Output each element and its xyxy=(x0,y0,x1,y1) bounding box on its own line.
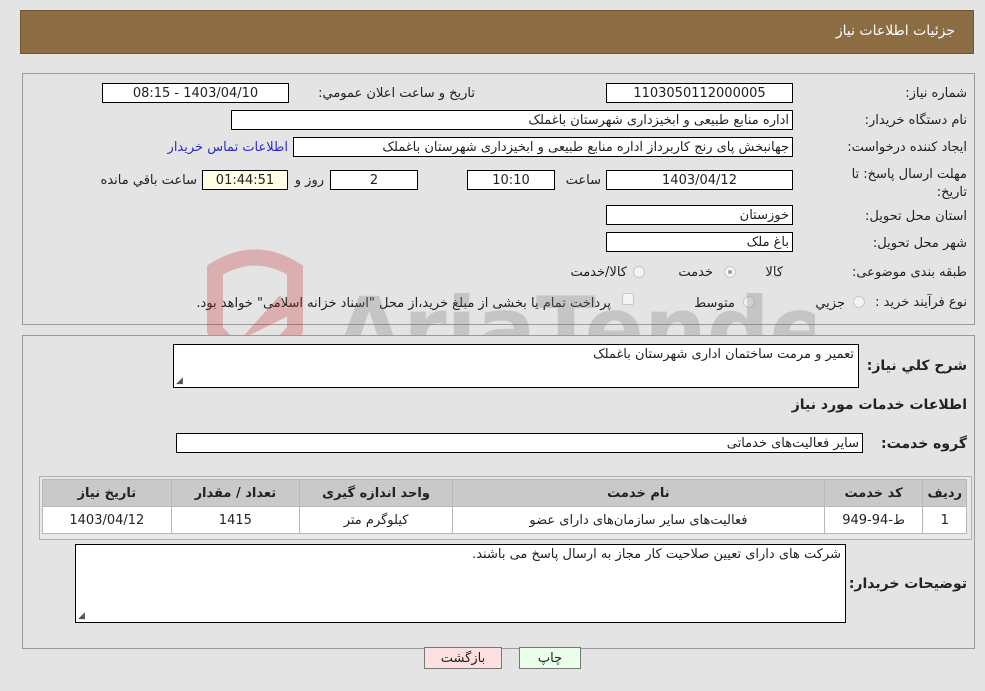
treasury-note: پرداخت تمام یا بخشی از مبلغ خرید،از محل … xyxy=(196,296,611,311)
summary-text: تعمیر و مرمت ساختمان اداری شهرستان باغمل… xyxy=(593,347,854,362)
col-header-need-date: تاریخ نیاز xyxy=(42,479,172,507)
treasury-checkbox[interactable] xyxy=(622,293,634,305)
resize-grip-icon[interactable]: ◢ xyxy=(78,611,85,621)
cell-row-number: 1 xyxy=(922,506,967,534)
buyer-notes-textarea[interactable]: شرکت های دارای تعیین صلاحیت کار مجاز به … xyxy=(75,544,846,623)
cell-service-name: فعالیت‌های سایر سازمان‌های دارای عضو xyxy=(452,506,825,534)
category-option-goods: کالا xyxy=(765,265,783,280)
table-row: 1 ط-94-949 فعالیت‌های سایر سازمان‌های دا… xyxy=(42,506,967,534)
category-option-goods-service: کالا/خدمت xyxy=(570,265,627,280)
cell-quantity: 1415 xyxy=(170,506,301,534)
deadline-time-field: 10:10 xyxy=(467,170,555,190)
deadline-time-label: ساعت xyxy=(565,173,601,188)
summary-label: شرح کلي نیاز: xyxy=(866,358,967,374)
buyer-notes-label: توضیحات خریدار: xyxy=(848,576,967,592)
deadline-date-field: 1403/04/12 xyxy=(606,170,793,190)
service-group-label: گروه خدمت: xyxy=(881,436,967,452)
table-header-row: ردیف کد خدمت نام خدمت واحد اندازه گیری ت… xyxy=(42,479,967,507)
purchase-process-label: نوع فرآیند خرید : xyxy=(875,295,967,310)
cell-service-code: ط-94-949 xyxy=(823,506,924,534)
days-label: روز و xyxy=(294,173,324,188)
col-header-unit: واحد اندازه گیری xyxy=(298,479,454,507)
process-option-minor: جزیي xyxy=(815,296,845,311)
city-field: باغ ملک xyxy=(606,232,793,252)
cell-need-date: 1403/04/12 xyxy=(42,506,172,534)
remaining-days-field: 2 xyxy=(330,170,418,190)
back-button[interactable]: بازگشت xyxy=(424,647,502,669)
cell-unit: کیلوگرم متر xyxy=(298,506,454,534)
buyer-notes-text: شرکت های دارای تعیین صلاحیت کار مجاز به … xyxy=(472,547,841,562)
page-header: جزئیات اطلاعات نیاز xyxy=(20,10,974,54)
need-number-field: 1103050112000005 xyxy=(606,83,793,103)
process-option-medium: متوسط xyxy=(694,296,735,311)
buyer-contact-link[interactable]: اطلاعات تماس خریدار xyxy=(168,140,288,155)
remaining-time-label: ساعت باقي مانده xyxy=(100,173,197,188)
process-radio-minor[interactable] xyxy=(853,296,865,308)
city-label: شهر محل تحویل: xyxy=(872,236,967,251)
province-field: خوزستان xyxy=(606,205,793,225)
province-label: استان محل تحویل: xyxy=(865,209,967,224)
need-number-label: شماره نیاز: xyxy=(905,86,967,101)
remaining-time-field: 01:44:51 xyxy=(202,170,288,190)
resize-grip-icon[interactable]: ◢ xyxy=(176,376,183,386)
announce-datetime-label: تاریخ و ساعت اعلان عمومي: xyxy=(318,86,475,101)
services-section-title: اطلاعات خدمات مورد نیاز xyxy=(791,397,967,413)
service-group-field: سایر فعالیت‌های خدماتی xyxy=(176,433,863,453)
category-label: طبقه بندی موضوعی: xyxy=(851,265,967,280)
process-radio-medium[interactable] xyxy=(743,296,755,308)
deadline-label: مهلت ارسال پاسخ: تا تاریخ: xyxy=(851,167,967,200)
category-option-service: خدمت xyxy=(678,265,713,280)
requester-label: ایجاد کننده درخواست: xyxy=(847,140,967,155)
summary-textarea[interactable]: تعمیر و مرمت ساختمان اداری شهرستان باغمل… xyxy=(173,344,859,388)
announce-datetime-field: 1403/04/10 - 08:15 xyxy=(102,83,289,103)
category-radio-goods-service[interactable] xyxy=(633,266,645,278)
buyer-org-label: نام دستگاه خریدار: xyxy=(864,113,967,128)
services-table: ردیف کد خدمت نام خدمت واحد اندازه گیری ت… xyxy=(42,479,967,534)
requester-field: جهانبخش پای رنج کاربرداز اداره منابع طبی… xyxy=(293,137,793,157)
page-title: جزئیات اطلاعات نیاز xyxy=(835,23,955,39)
col-header-row-number: ردیف xyxy=(922,479,967,507)
category-radio-service[interactable] xyxy=(724,266,736,278)
col-header-service-name: نام خدمت xyxy=(452,479,825,507)
col-header-service-code: کد خدمت xyxy=(823,479,924,507)
col-header-quantity: تعداد / مقدار xyxy=(170,479,301,507)
buyer-org-field: اداره منابع طبیعی و ابخیزداری شهرستان با… xyxy=(231,110,793,130)
print-button[interactable]: چاپ xyxy=(519,647,581,669)
